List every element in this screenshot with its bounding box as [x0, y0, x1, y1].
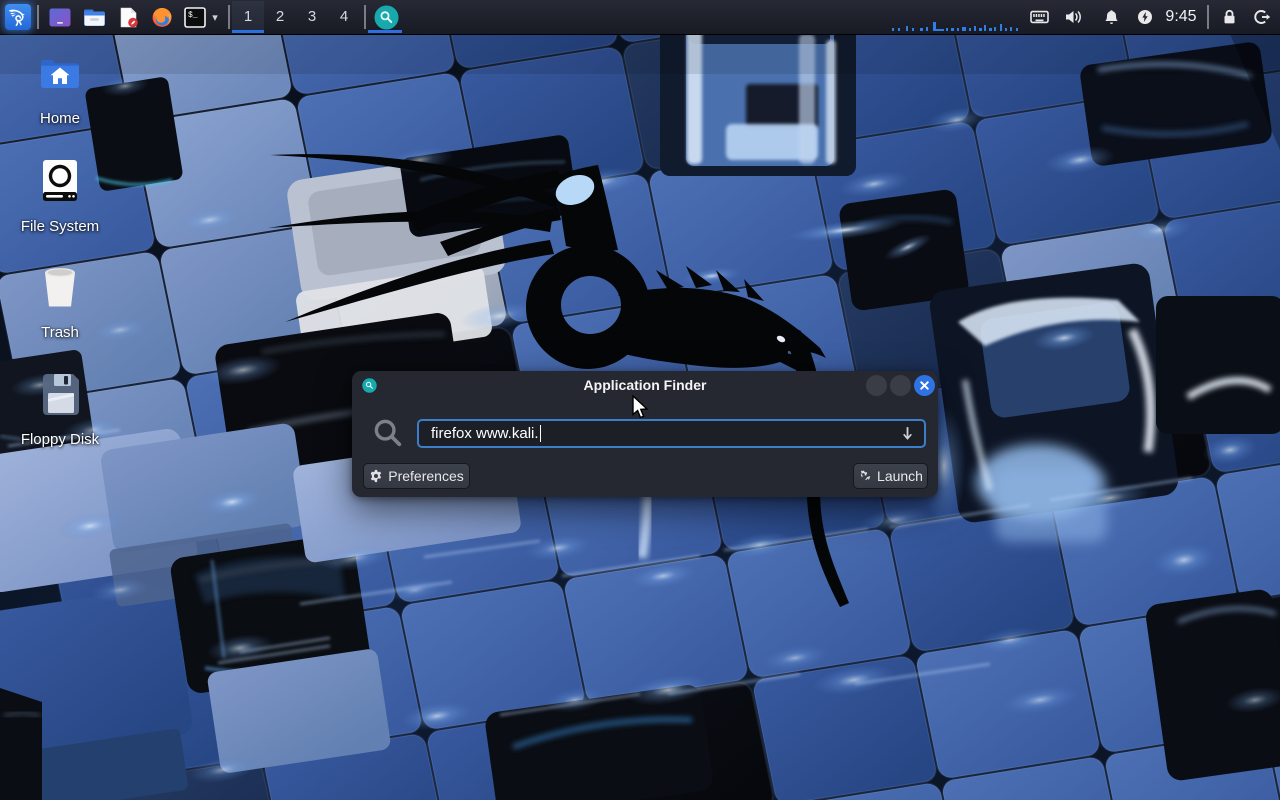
svg-text:$_: $_ — [188, 11, 198, 20]
